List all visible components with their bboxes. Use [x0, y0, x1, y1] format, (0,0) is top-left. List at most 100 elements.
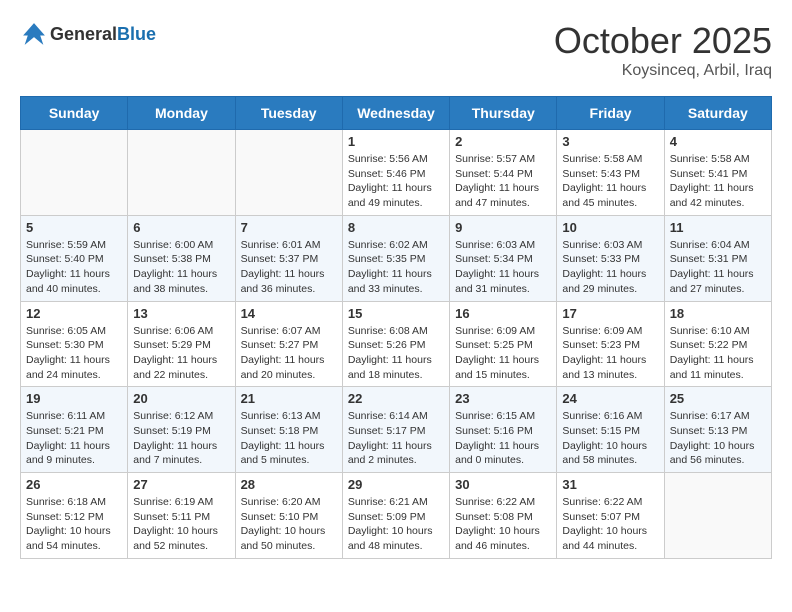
calendar-cell: 17 Sunrise: 6:09 AM Sunset: 5:23 PM Dayli…	[557, 301, 664, 387]
day-info: Sunrise: 6:22 AM Sunset: 5:07 PM Dayligh…	[562, 495, 658, 554]
day-number: 8	[348, 220, 444, 235]
calendar-cell: 11 Sunrise: 6:04 AM Sunset: 5:31 PM Dayli…	[664, 215, 771, 301]
calendar-cell: 24 Sunrise: 6:16 AM Sunset: 5:15 PM Dayli…	[557, 387, 664, 473]
calendar-cell: 19 Sunrise: 6:11 AM Sunset: 5:21 PM Dayli…	[21, 387, 128, 473]
calendar-cell	[21, 130, 128, 216]
calendar-cell	[664, 473, 771, 559]
day-number: 2	[455, 134, 551, 149]
dow-header-monday: Monday	[128, 97, 235, 130]
day-info: Sunrise: 6:07 AM Sunset: 5:27 PM Dayligh…	[241, 324, 337, 383]
logo-blue-text: Blue	[117, 24, 156, 44]
day-number: 6	[133, 220, 229, 235]
day-info: Sunrise: 6:14 AM Sunset: 5:17 PM Dayligh…	[348, 409, 444, 468]
day-number: 21	[241, 391, 337, 406]
day-info: Sunrise: 6:13 AM Sunset: 5:18 PM Dayligh…	[241, 409, 337, 468]
day-info: Sunrise: 5:58 AM Sunset: 5:43 PM Dayligh…	[562, 152, 658, 211]
calendar-cell: 29 Sunrise: 6:21 AM Sunset: 5:09 PM Dayli…	[342, 473, 449, 559]
day-number: 18	[670, 306, 766, 321]
day-info: Sunrise: 6:01 AM Sunset: 5:37 PM Dayligh…	[241, 238, 337, 297]
day-info: Sunrise: 5:59 AM Sunset: 5:40 PM Dayligh…	[26, 238, 122, 297]
calendar-cell: 14 Sunrise: 6:07 AM Sunset: 5:27 PM Dayli…	[235, 301, 342, 387]
day-number: 23	[455, 391, 551, 406]
day-info: Sunrise: 5:57 AM Sunset: 5:44 PM Dayligh…	[455, 152, 551, 211]
month-title: October 2025	[554, 20, 772, 62]
day-number: 11	[670, 220, 766, 235]
calendar-cell: 10 Sunrise: 6:03 AM Sunset: 5:33 PM Dayli…	[557, 215, 664, 301]
title-block: October 2025 Koysinceq, Arbil, Iraq	[554, 20, 772, 80]
calendar-cell: 9 Sunrise: 6:03 AM Sunset: 5:34 PM Daylig…	[450, 215, 557, 301]
calendar-cell: 22 Sunrise: 6:14 AM Sunset: 5:17 PM Dayli…	[342, 387, 449, 473]
dow-header-sunday: Sunday	[21, 97, 128, 130]
day-number: 3	[562, 134, 658, 149]
day-number: 15	[348, 306, 444, 321]
day-info: Sunrise: 6:12 AM Sunset: 5:19 PM Dayligh…	[133, 409, 229, 468]
day-number: 10	[562, 220, 658, 235]
calendar-cell: 16 Sunrise: 6:09 AM Sunset: 5:25 PM Dayli…	[450, 301, 557, 387]
calendar-cell: 18Sunrise: 6:10 AM Sunset: 5:22 PM Dayli…	[664, 301, 771, 387]
logo-icon	[20, 20, 48, 48]
day-info: Sunrise: 5:58 AM Sunset: 5:41 PM Dayligh…	[670, 152, 766, 211]
day-number: 28	[241, 477, 337, 492]
day-number: 24	[562, 391, 658, 406]
day-info: Sunrise: 6:02 AM Sunset: 5:35 PM Dayligh…	[348, 238, 444, 297]
day-number: 30	[455, 477, 551, 492]
calendar-cell: 30 Sunrise: 6:22 AM Sunset: 5:08 PM Dayli…	[450, 473, 557, 559]
calendar-cell: 6 Sunrise: 6:00 AM Sunset: 5:38 PM Daylig…	[128, 215, 235, 301]
day-number: 16	[455, 306, 551, 321]
calendar-cell	[128, 130, 235, 216]
day-info: Sunrise: 6:03 AM Sunset: 5:33 PM Dayligh…	[562, 238, 658, 297]
day-number: 7	[241, 220, 337, 235]
day-number: 29	[348, 477, 444, 492]
day-info: Sunrise: 6:09 AM Sunset: 5:25 PM Dayligh…	[455, 324, 551, 383]
calendar-cell: 5 Sunrise: 5:59 AM Sunset: 5:40 PM Daylig…	[21, 215, 128, 301]
calendar-cell: 15Sunrise: 6:08 AM Sunset: 5:26 PM Dayli…	[342, 301, 449, 387]
day-number: 22	[348, 391, 444, 406]
day-number: 17	[562, 306, 658, 321]
day-info: Sunrise: 6:20 AM Sunset: 5:10 PM Dayligh…	[241, 495, 337, 554]
day-number: 4	[670, 134, 766, 149]
calendar-cell: 4 Sunrise: 5:58 AM Sunset: 5:41 PM Daylig…	[664, 130, 771, 216]
day-number: 1	[348, 134, 444, 149]
calendar-cell	[235, 130, 342, 216]
day-number: 12	[26, 306, 122, 321]
day-number: 5	[26, 220, 122, 235]
calendar-cell: 20 Sunrise: 6:12 AM Sunset: 5:19 PM Dayli…	[128, 387, 235, 473]
logo-general-text: General	[50, 24, 117, 44]
day-number: 19	[26, 391, 122, 406]
dow-header-friday: Friday	[557, 97, 664, 130]
day-info: Sunrise: 5:56 AM Sunset: 5:46 PM Dayligh…	[348, 152, 444, 211]
calendar-cell: 23 Sunrise: 6:15 AM Sunset: 5:16 PM Dayli…	[450, 387, 557, 473]
day-info: Sunrise: 6:11 AM Sunset: 5:21 PM Dayligh…	[26, 409, 122, 468]
day-number: 20	[133, 391, 229, 406]
calendar-cell: 1 Sunrise: 5:56 AM Sunset: 5:46 PM Daylig…	[342, 130, 449, 216]
calendar-cell: 28 Sunrise: 6:20 AM Sunset: 5:10 PM Dayli…	[235, 473, 342, 559]
calendar-cell: 13 Sunrise: 6:06 AM Sunset: 5:29 PM Dayli…	[128, 301, 235, 387]
day-number: 13	[133, 306, 229, 321]
day-info: Sunrise: 6:09 AM Sunset: 5:23 PM Dayligh…	[562, 324, 658, 383]
day-number: 9	[455, 220, 551, 235]
day-info: Sunrise: 6:15 AM Sunset: 5:16 PM Dayligh…	[455, 409, 551, 468]
calendar-table: SundayMondayTuesdayWednesdayThursdayFrid…	[20, 96, 772, 559]
day-info: Sunrise: 6:21 AM Sunset: 5:09 PM Dayligh…	[348, 495, 444, 554]
day-info: Sunrise: 6:18 AM Sunset: 5:12 PM Dayligh…	[26, 495, 122, 554]
page-header: GeneralBlue October 2025 Koysinceq, Arbi…	[20, 20, 772, 80]
day-info: Sunrise: 6:16 AM Sunset: 5:15 PM Dayligh…	[562, 409, 658, 468]
calendar-cell: 21 Sunrise: 6:13 AM Sunset: 5:18 PM Dayli…	[235, 387, 342, 473]
day-info: Sunrise: 6:00 AM Sunset: 5:38 PM Dayligh…	[133, 238, 229, 297]
day-number: 27	[133, 477, 229, 492]
day-info: Sunrise: 6:03 AM Sunset: 5:34 PM Dayligh…	[455, 238, 551, 297]
dow-header-thursday: Thursday	[450, 97, 557, 130]
day-number: 14	[241, 306, 337, 321]
calendar-cell: 27 Sunrise: 6:19 AM Sunset: 5:11 PM Dayli…	[128, 473, 235, 559]
day-info: Sunrise: 6:19 AM Sunset: 5:11 PM Dayligh…	[133, 495, 229, 554]
calendar-cell: 31 Sunrise: 6:22 AM Sunset: 5:07 PM Dayli…	[557, 473, 664, 559]
dow-header-saturday: Saturday	[664, 97, 771, 130]
calendar-cell: 12Sunrise: 6:05 AM Sunset: 5:30 PM Dayli…	[21, 301, 128, 387]
day-info: Sunrise: 6:04 AM Sunset: 5:31 PM Dayligh…	[670, 238, 766, 297]
logo: GeneralBlue	[20, 20, 156, 48]
day-info: Sunrise: 6:22 AM Sunset: 5:08 PM Dayligh…	[455, 495, 551, 554]
dow-header-wednesday: Wednesday	[342, 97, 449, 130]
day-info: Sunrise: 6:17 AM Sunset: 5:13 PM Dayligh…	[670, 409, 766, 468]
day-info: Sunrise: 6:06 AM Sunset: 5:29 PM Dayligh…	[133, 324, 229, 383]
day-number: 31	[562, 477, 658, 492]
